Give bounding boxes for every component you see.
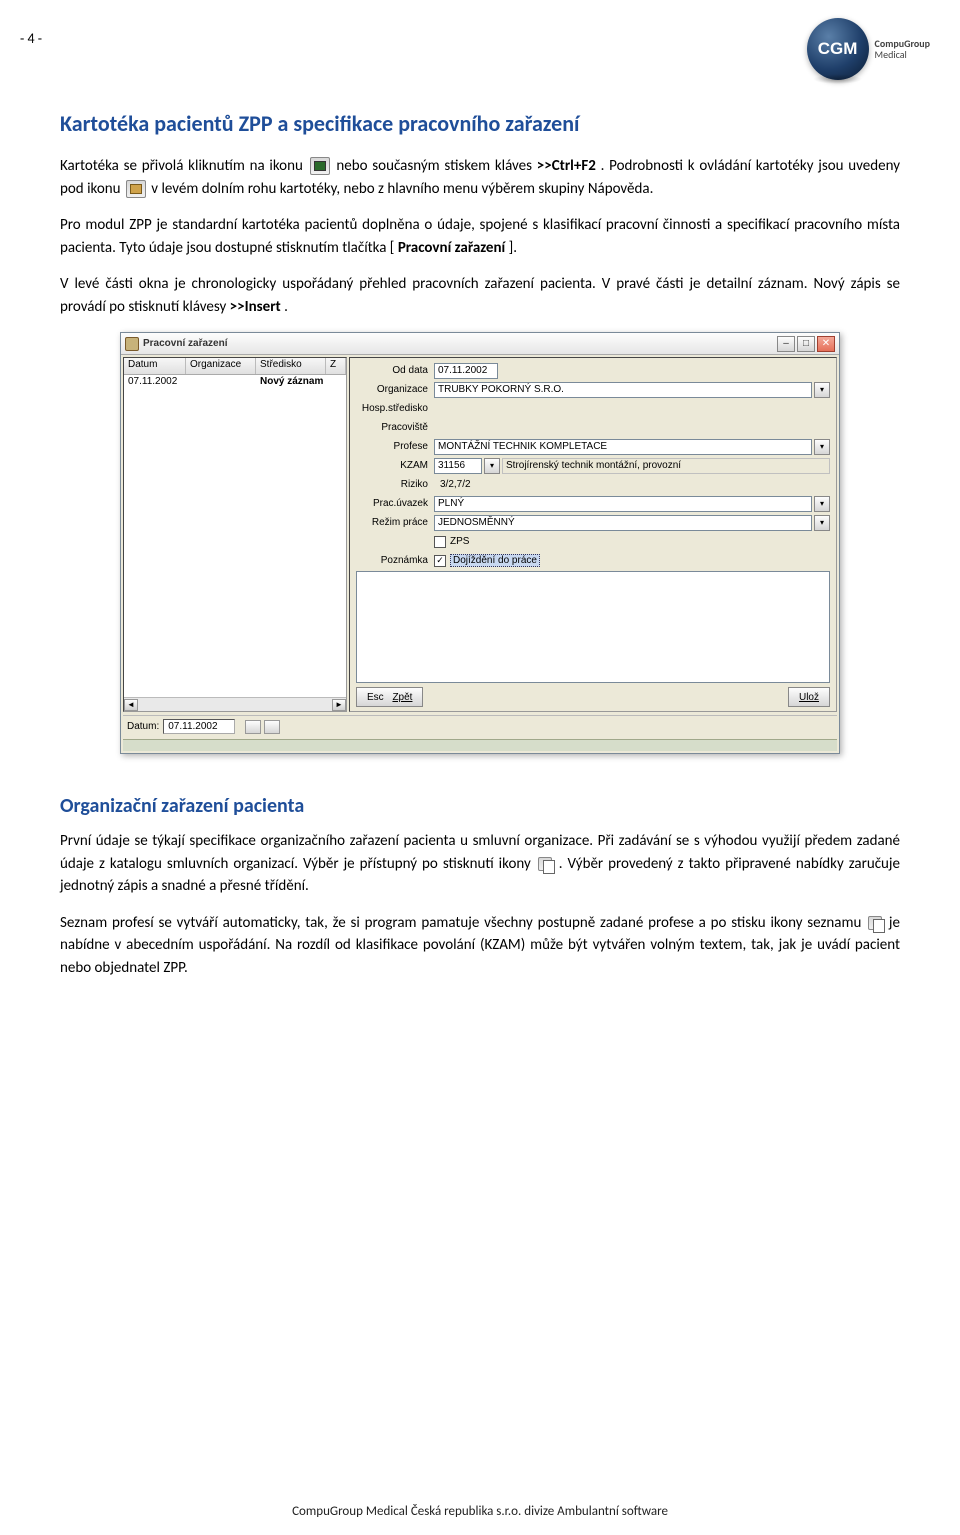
input-rezim-prace[interactable]: JEDNOSMĚNNÝ <box>434 515 812 531</box>
col-datum[interactable]: Datum <box>124 358 186 374</box>
input-hosp-stredisko[interactable] <box>434 401 830 417</box>
col-z[interactable]: Z <box>326 358 346 374</box>
lookup-uvazek-icon[interactable]: ▾ <box>814 496 830 512</box>
heading-kartoteka: Kartotéka pacientů ZPP a specifikace pra… <box>60 110 900 137</box>
minimize-button[interactable]: – <box>777 336 795 352</box>
label-poznamka: Poznámka <box>356 555 434 566</box>
label-rezim-prace: Režim práce <box>356 517 434 528</box>
input-profese[interactable]: MONTÁŽNÍ TECHNIK KOMPLETACE <box>434 439 812 455</box>
horizontal-scrollbar[interactable]: ◄ ► <box>124 697 346 711</box>
back-button[interactable]: Esc Zpět <box>356 687 423 707</box>
window-titlebar: Pracovní zařazení – □ ✕ <box>121 333 839 355</box>
save-button[interactable]: Ulož <box>788 687 830 707</box>
lookup-rezim-icon[interactable]: ▾ <box>814 515 830 531</box>
lookup-kzam-icon[interactable]: ▾ <box>484 458 500 474</box>
window-icon <box>125 337 139 351</box>
input-kzam[interactable]: 31156 <box>434 458 482 474</box>
close-button[interactable]: ✕ <box>817 336 835 352</box>
col-organizace[interactable]: Organizace <box>186 358 256 374</box>
window-title: Pracovní zařazení <box>143 338 227 349</box>
history-list[interactable]: Datum Organizace Středisko Z 07.11.2002 … <box>123 357 347 712</box>
textarea-poznamka[interactable] <box>356 571 830 683</box>
label-kzam: KZAM <box>356 460 434 471</box>
col-stredisko[interactable]: Středisko <box>256 358 326 374</box>
input-od-data[interactable]: 07.11.2002 <box>434 363 498 379</box>
checkbox-dojizdeni[interactable] <box>434 555 446 567</box>
status-bar: Datum: 07.11.2002 <box>123 715 837 737</box>
list-lookup-icon <box>868 916 882 930</box>
book-icon[interactable] <box>245 720 261 734</box>
page-footer: CompuGroup Medical Česká republika s.r.o… <box>0 1504 960 1519</box>
cgm-sphere-icon: CGM <box>807 18 869 80</box>
lookup-icon <box>538 857 552 871</box>
display-kzam-desc: Strojírenský technik montážní, provozní <box>502 458 830 474</box>
paragraph-1: Kartotéka se přivolá kliknutím na ikonu … <box>60 155 900 200</box>
heading-organizacni: Organizační zařazení pacienta <box>60 794 900 818</box>
page-icon[interactable] <box>264 720 280 734</box>
input-prac-uvazek[interactable]: PLNÝ <box>434 496 812 512</box>
brand-text: CompuGroup Medical <box>875 38 930 60</box>
paragraph-3: V levé části okna je chronologicky uspoř… <box>60 273 900 318</box>
paragraph-4: První údaje se týkají specifikace organi… <box>60 830 900 898</box>
checkbox-zps[interactable] <box>434 536 446 548</box>
list-empty-area <box>124 391 346 697</box>
label-profese: Profese <box>356 441 434 452</box>
label-zps: ZPS <box>450 536 469 547</box>
label-od-data: Od data <box>356 365 434 376</box>
label-organizace: Organizace <box>356 384 434 395</box>
card-index-icon <box>310 157 330 175</box>
maximize-button[interactable]: □ <box>797 336 815 352</box>
input-pracoviste[interactable] <box>434 420 830 436</box>
input-organizace[interactable]: TRUBKY POKORNÝ S.R.O. <box>434 382 812 398</box>
status-date-field[interactable]: 07.11.2002 <box>163 719 235 734</box>
label-hosp-stredisko: Hosp.středisko <box>356 403 434 414</box>
label-prac-uvazek: Prac.úvazek <box>356 498 434 509</box>
lookup-profese-icon[interactable]: ▾ <box>814 439 830 455</box>
dialog-pracovni-zarazeni: Pracovní zařazení – □ ✕ Datum Organizace… <box>120 332 840 754</box>
display-riziko: 3/2,7/2 <box>434 479 471 490</box>
label-dojizdeni: Dojíždění do práce <box>450 554 540 567</box>
brand-logo: CGM CompuGroup Medical <box>807 18 930 80</box>
paragraph-5: Seznam profesí se vytváří automaticky, t… <box>60 912 900 980</box>
detail-form: Od data 07.11.2002 Organizace TRUBKY POK… <box>349 357 837 712</box>
paragraph-2: Pro modul ZPP je standardní kartotéka pa… <box>60 214 900 259</box>
page-number: - 4 - <box>20 30 42 47</box>
window-resize-strip <box>123 739 837 751</box>
list-header-row: Datum Organizace Středisko Z <box>124 358 346 375</box>
label-riziko: Riziko <box>356 479 434 490</box>
label-pracoviste: Pracoviště <box>356 422 434 433</box>
help-book-icon <box>126 180 146 198</box>
status-label-datum: Datum: <box>127 721 159 732</box>
scroll-left-icon[interactable]: ◄ <box>124 699 138 711</box>
lookup-organizace-icon[interactable]: ▾ <box>814 382 830 398</box>
scroll-right-icon[interactable]: ► <box>332 699 346 711</box>
list-row[interactable]: 07.11.2002 Nový záznam <box>124 375 346 391</box>
